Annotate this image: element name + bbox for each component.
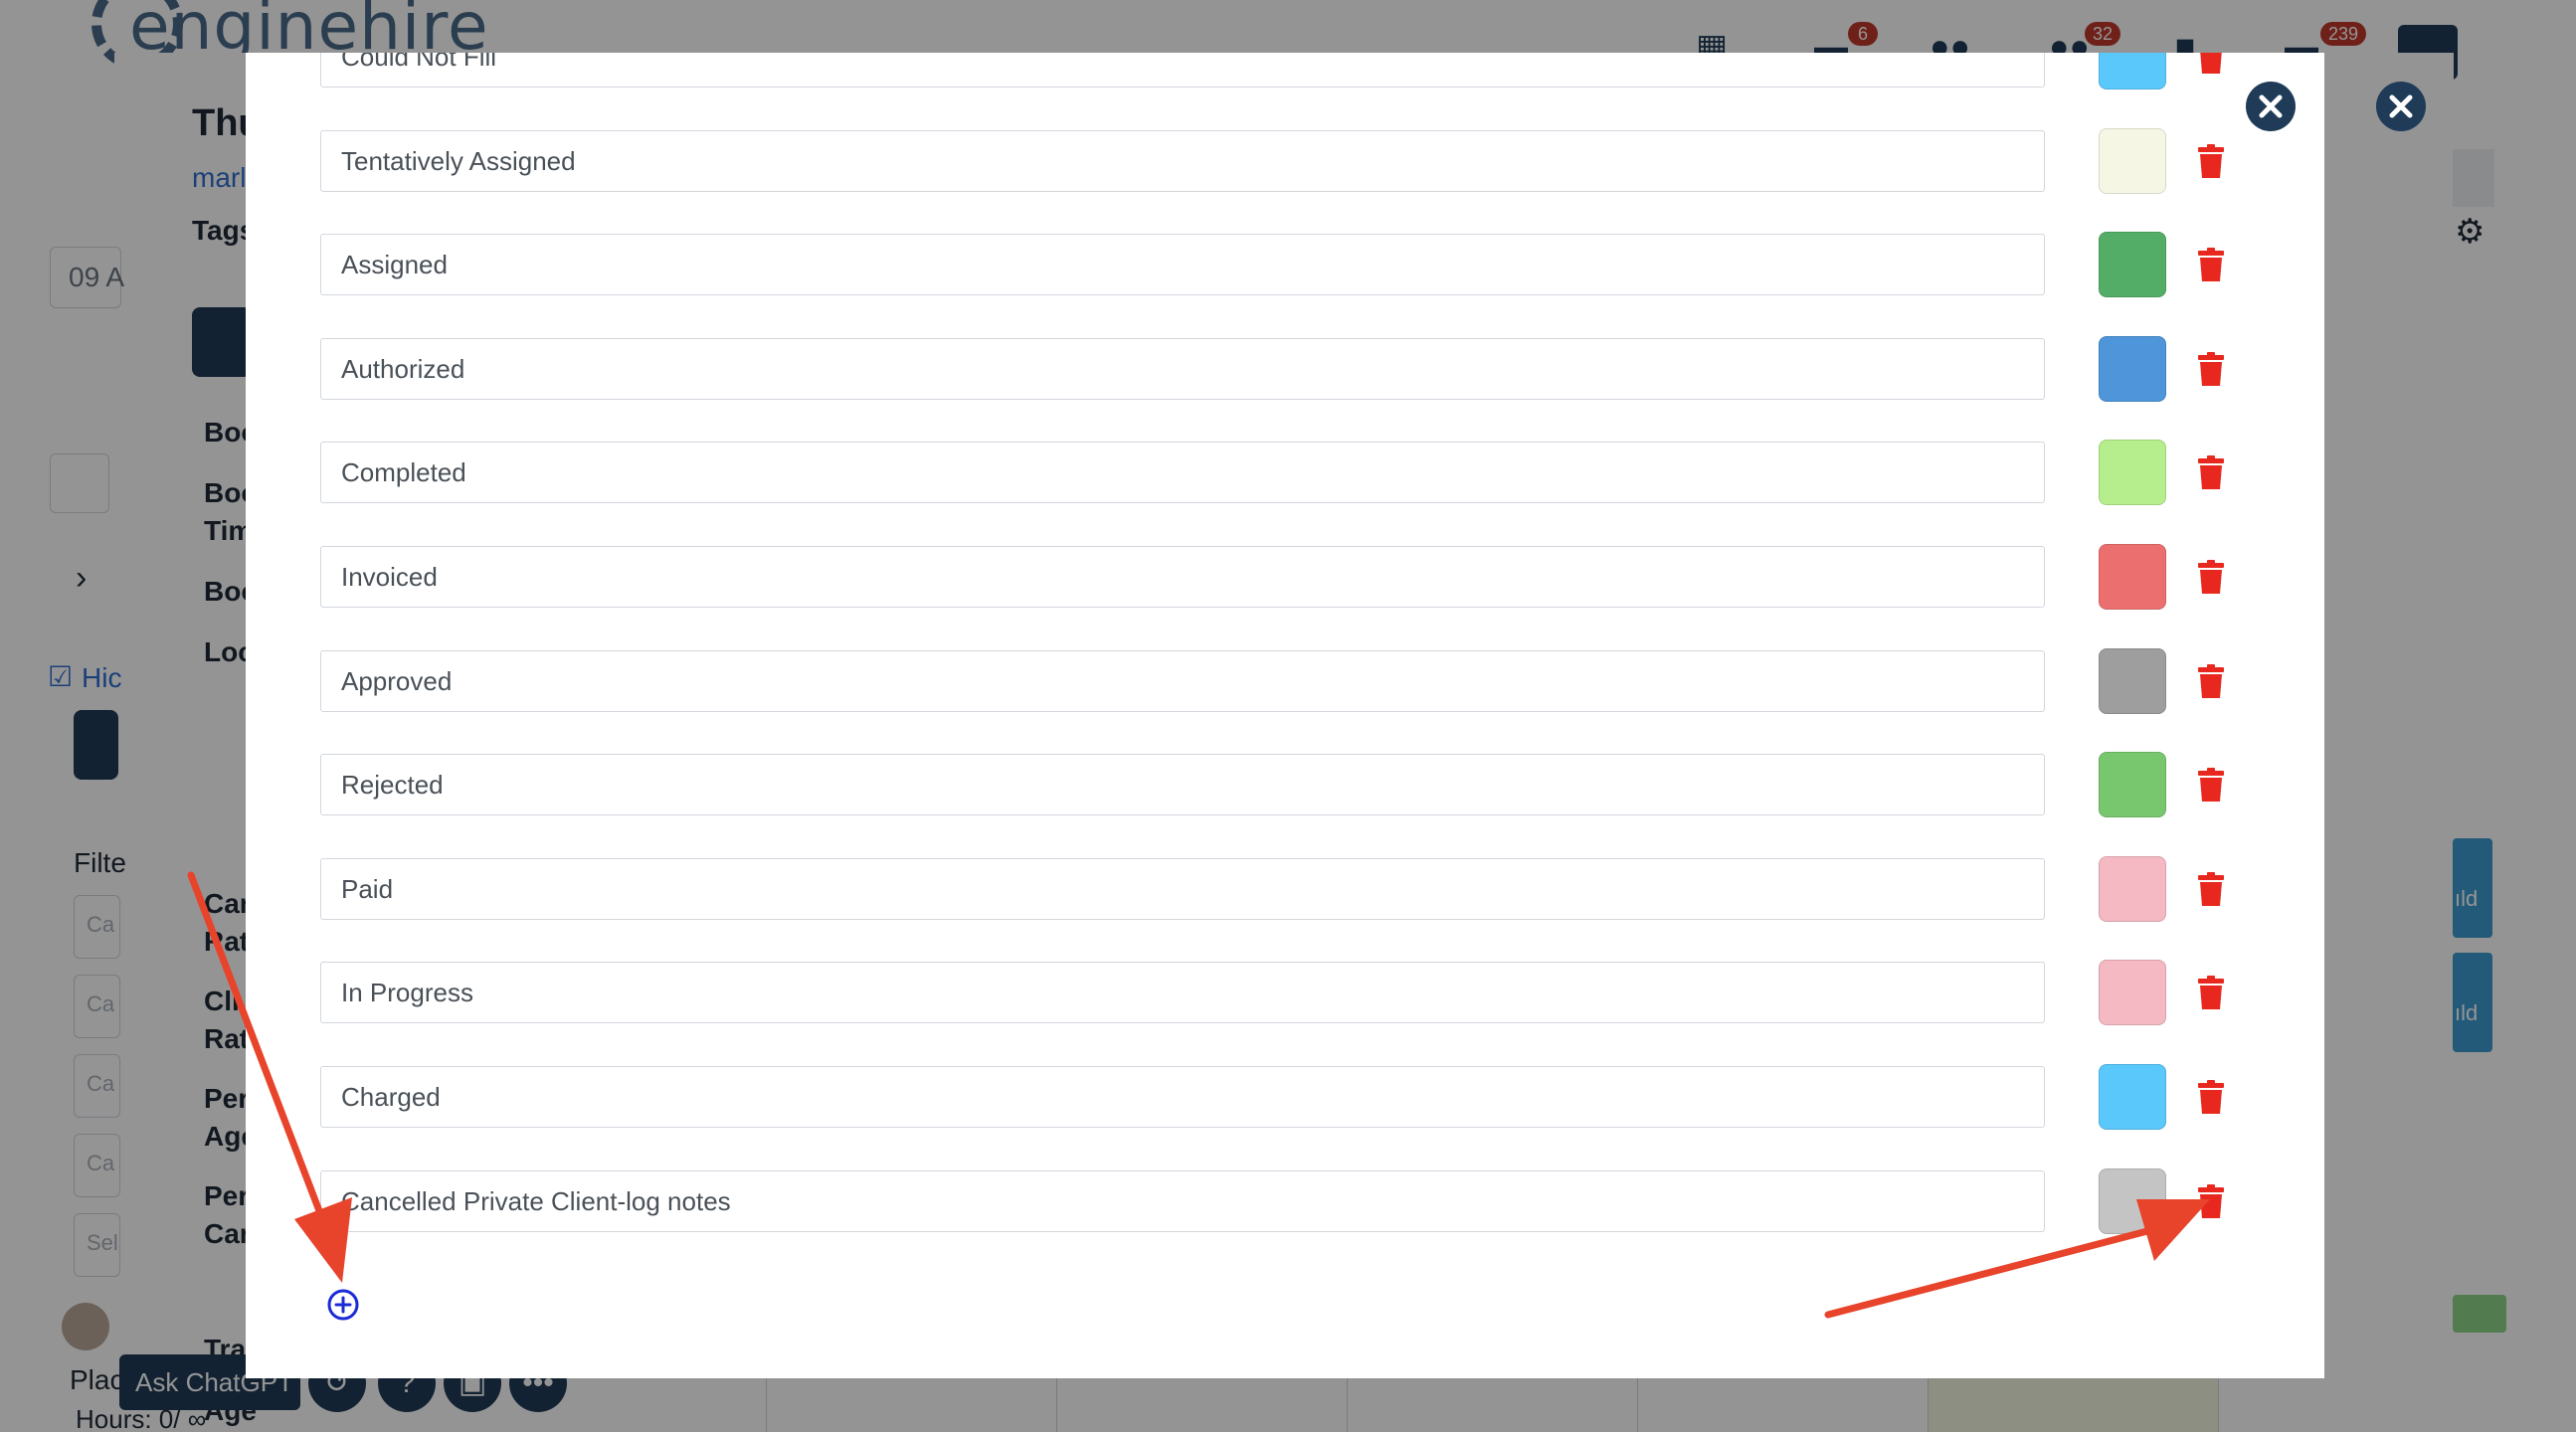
status-row: [320, 856, 2290, 922]
status-colors-modal: [246, 53, 2324, 1378]
trash-icon[interactable]: [2197, 1184, 2225, 1218]
trash-icon[interactable]: [2197, 455, 2225, 489]
status-name-input[interactable]: [320, 1066, 2045, 1128]
status-row: [320, 53, 2290, 90]
status-color-swatch[interactable]: [2099, 53, 2166, 90]
close-icon: [2389, 94, 2413, 118]
status-name-input[interactable]: [320, 546, 2045, 608]
trash-icon[interactable]: [2197, 664, 2225, 698]
status-color-swatch[interactable]: [2099, 440, 2166, 505]
status-row: [320, 648, 2290, 714]
close-icon: [2259, 94, 2283, 118]
status-color-swatch[interactable]: [2099, 544, 2166, 610]
close-modal-button[interactable]: [2246, 82, 2296, 131]
status-name-input[interactable]: [320, 53, 2045, 88]
plus-circle-icon[interactable]: [326, 1288, 360, 1322]
trash-icon[interactable]: [2197, 248, 2225, 281]
status-name-input[interactable]: [320, 858, 2045, 920]
status-color-swatch[interactable]: [2099, 1168, 2166, 1234]
status-row: [320, 440, 2290, 505]
trash-icon[interactable]: [2197, 352, 2225, 386]
trash-icon[interactable]: [2197, 560, 2225, 594]
status-row: [320, 336, 2290, 402]
status-name-input[interactable]: [320, 962, 2045, 1023]
status-color-swatch[interactable]: [2099, 648, 2166, 714]
status-color-swatch[interactable]: [2099, 856, 2166, 922]
status-row: [320, 232, 2290, 297]
status-name-input[interactable]: [320, 1170, 2045, 1232]
status-name-input[interactable]: [320, 754, 2045, 815]
trash-icon[interactable]: [2197, 872, 2225, 906]
status-color-swatch[interactable]: [2099, 752, 2166, 817]
status-color-swatch[interactable]: [2099, 128, 2166, 194]
status-row: [320, 1064, 2290, 1130]
close-outer-modal-button[interactable]: [2376, 82, 2426, 131]
status-row: [320, 752, 2290, 817]
status-row: [320, 544, 2290, 610]
trash-icon[interactable]: [2197, 1080, 2225, 1114]
status-name-input[interactable]: [320, 442, 2045, 503]
trash-icon[interactable]: [2197, 144, 2225, 178]
status-name-input[interactable]: [320, 234, 2045, 295]
status-color-swatch[interactable]: [2099, 1064, 2166, 1130]
status-color-swatch[interactable]: [2099, 960, 2166, 1025]
status-color-swatch[interactable]: [2099, 336, 2166, 402]
status-row: [320, 1168, 2290, 1234]
status-row: [320, 960, 2290, 1025]
status-name-input[interactable]: [320, 130, 2045, 192]
status-name-input[interactable]: [320, 338, 2045, 400]
trash-icon[interactable]: [2197, 53, 2225, 74]
trash-icon[interactable]: [2197, 768, 2225, 802]
status-name-input[interactable]: [320, 650, 2045, 712]
status-color-swatch[interactable]: [2099, 232, 2166, 297]
status-row: [320, 128, 2290, 194]
trash-icon[interactable]: [2197, 976, 2225, 1009]
